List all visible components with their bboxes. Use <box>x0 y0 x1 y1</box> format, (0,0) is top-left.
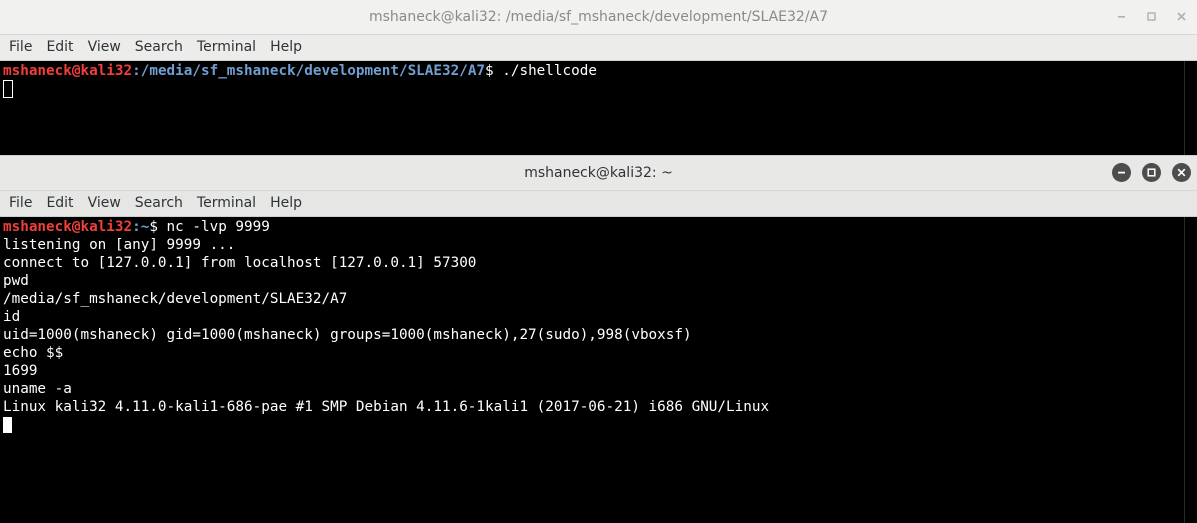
output-line: 1699 <box>3 363 38 379</box>
maximize-icon[interactable] <box>1142 163 1161 182</box>
output-line: listening on [any] 9999 ... <box>3 237 236 253</box>
menu-file[interactable]: File <box>2 35 39 60</box>
maximize-icon[interactable] <box>1142 7 1161 26</box>
output-line: uid=1000(mshaneck) gid=1000(mshaneck) gr… <box>3 327 692 343</box>
prompt-command: $ nc -lvp 9999 <box>149 219 270 235</box>
menu-help[interactable]: Help <box>263 191 309 216</box>
menu-terminal[interactable]: Terminal <box>190 191 263 216</box>
output-line: id <box>3 309 21 325</box>
terminal-window-netcat[interactable]: mshaneck@kali32: ~ File Edit View Search… <box>0 155 1197 523</box>
minimize-icon[interactable] <box>1112 163 1131 182</box>
scrollbar[interactable] <box>1184 61 1197 160</box>
close-icon[interactable] <box>1172 7 1191 26</box>
prompt-path: :/media/sf_mshaneck/development/SLAE32/A… <box>132 63 486 79</box>
titlebar[interactable]: mshaneck@kali32: /media/sf_mshaneck/deve… <box>0 0 1197 35</box>
output-line: echo $$ <box>3 345 64 361</box>
output-line: pwd <box>3 273 29 289</box>
menu-edit[interactable]: Edit <box>39 191 80 216</box>
menu-help[interactable]: Help <box>263 35 309 60</box>
menu-view[interactable]: View <box>81 35 128 60</box>
prompt-path: :~ <box>132 219 150 235</box>
prompt-user: mshaneck@kali32 <box>3 219 133 235</box>
menubar: File Edit View Search Terminal Help <box>0 191 1197 217</box>
scrollbar[interactable] <box>1184 217 1197 523</box>
minimize-icon[interactable] <box>1112 7 1131 26</box>
titlebar[interactable]: mshaneck@kali32: ~ <box>0 156 1197 191</box>
close-icon[interactable] <box>1172 163 1191 182</box>
menu-file[interactable]: File <box>2 191 39 216</box>
menu-edit[interactable]: Edit <box>39 35 80 60</box>
output-line: /media/sf_mshaneck/development/SLAE32/A7 <box>3 291 348 307</box>
window-title: mshaneck@kali32: /media/sf_mshaneck/deve… <box>368 9 829 25</box>
output-line: uname -a <box>3 381 72 397</box>
text-cursor <box>3 417 12 433</box>
output-line: connect to [127.0.0.1] from localhost [1… <box>3 255 477 271</box>
menu-terminal[interactable]: Terminal <box>190 35 263 60</box>
menu-search[interactable]: Search <box>128 191 190 216</box>
menu-search[interactable]: Search <box>128 35 190 60</box>
menu-view[interactable]: View <box>81 191 128 216</box>
terminal-output[interactable]: mshaneck@kali32:/media/sf_mshaneck/devel… <box>0 61 1197 98</box>
terminal-window-shellcode[interactable]: mshaneck@kali32: /media/sf_mshaneck/deve… <box>0 0 1197 160</box>
output-line: Linux kali32 4.11.0-kali1-686-pae #1 SMP… <box>3 399 770 415</box>
menubar: File Edit View Search Terminal Help <box>0 35 1197 61</box>
prompt-user: mshaneck@kali32 <box>3 63 133 79</box>
terminal-output[interactable]: mshaneck@kali32:~$ nc -lvp 9999 listenin… <box>0 217 1197 434</box>
text-cursor <box>3 80 13 98</box>
prompt-command: $ ./shellcode <box>485 63 597 79</box>
window-title: mshaneck@kali32: ~ <box>524 165 673 181</box>
